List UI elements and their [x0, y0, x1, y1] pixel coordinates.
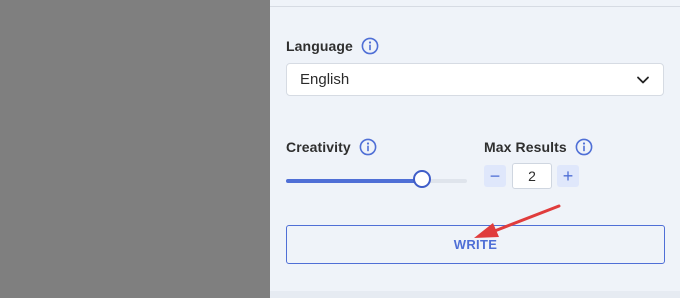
increment-button[interactable]: + [557, 165, 579, 187]
decrement-button[interactable]: − [484, 165, 506, 187]
creativity-slider-thumb[interactable] [412, 170, 431, 188]
language-select[interactable]: English [286, 63, 664, 96]
info-icon[interactable] [359, 138, 377, 156]
max-results-input[interactable]: 2 [512, 163, 552, 189]
language-selected-value: English [300, 71, 350, 88]
creativity-slider-fill [286, 179, 422, 183]
info-icon[interactable] [361, 37, 379, 55]
max-results-label-row: Max Results [484, 138, 593, 156]
creativity-label-row: Creativity [286, 138, 377, 156]
creativity-slider[interactable] [286, 170, 467, 188]
modal-backdrop[interactable] [0, 0, 270, 298]
max-results-label: Max Results [484, 139, 567, 155]
panel-bottom-edge [270, 291, 680, 298]
write-button[interactable]: WRITE [286, 225, 665, 264]
chevron-down-icon [635, 72, 651, 88]
write-button-label: WRITE [453, 237, 498, 252]
language-label: Language [286, 38, 353, 54]
info-icon[interactable] [575, 138, 593, 156]
settings-panel: Language English Creativity Max Results … [270, 0, 680, 298]
creativity-label: Creativity [286, 139, 351, 155]
language-label-row: Language [286, 37, 379, 55]
top-divider [270, 6, 680, 7]
